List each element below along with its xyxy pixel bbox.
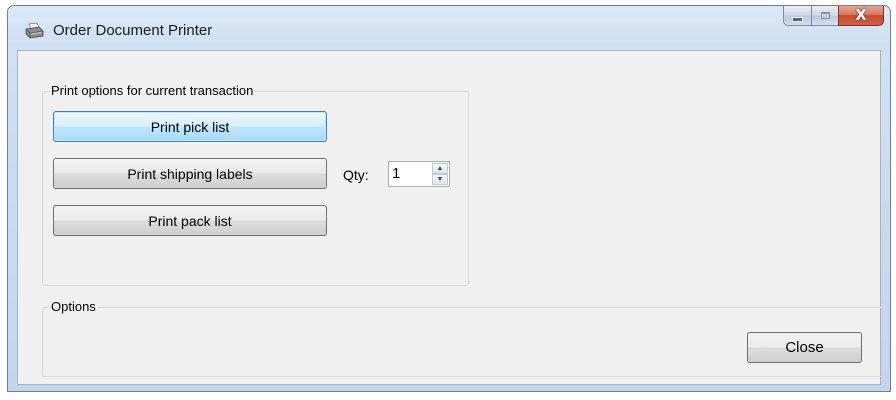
options-legend: Options — [49, 299, 98, 315]
maximize-button[interactable] — [811, 6, 838, 26]
close-window-button[interactable]: X — [838, 6, 884, 26]
main-window: Order Document Printer X Print options f… — [7, 5, 891, 392]
qty-input[interactable] — [392, 164, 420, 182]
qty-down-button[interactable]: ▼ — [432, 174, 448, 185]
minimize-icon — [792, 16, 803, 22]
maximize-icon — [820, 12, 830, 19]
print-options-legend: Print options for current transaction — [49, 83, 256, 99]
chevron-up-icon: ▲ — [436, 165, 444, 172]
close-icon: X — [855, 6, 867, 24]
qty-spinner: ▲ ▼ — [432, 163, 448, 185]
qty-stepper[interactable]: ▲ ▼ — [388, 161, 450, 187]
caption-buttons: X — [783, 6, 884, 27]
minimize-button[interactable] — [783, 6, 811, 26]
print-pack-list-button[interactable]: Print pack list — [53, 205, 327, 236]
chevron-down-icon: ▼ — [436, 176, 444, 183]
close-button[interactable]: Close — [747, 332, 862, 363]
print-pick-list-button[interactable]: Print pick list — [53, 111, 327, 142]
qty-up-button[interactable]: ▲ — [432, 163, 448, 174]
printer-icon — [24, 22, 44, 40]
title-bar[interactable]: Order Document Printer X — [8, 6, 890, 50]
print-shipping-labels-button[interactable]: Print shipping labels — [53, 158, 327, 189]
window-title: Order Document Printer — [53, 22, 213, 39]
dialog-client-area: Print options for current transaction Pr… — [17, 50, 882, 385]
qty-label: Qty: — [343, 167, 369, 183]
